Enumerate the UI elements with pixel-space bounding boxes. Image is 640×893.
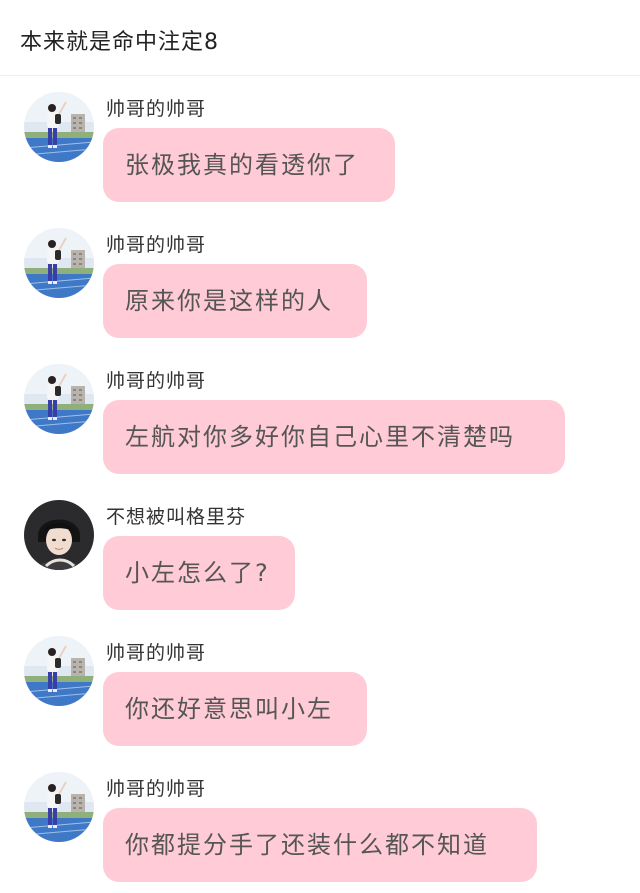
- message-row: 不想被叫格里芬 小左怎么了?: [0, 490, 640, 620]
- chat-title: 本来就是命中注定8: [20, 30, 219, 55]
- runner-photo-avatar[interactable]: [24, 92, 94, 162]
- chat-header: 本来就是命中注定8: [0, 0, 640, 76]
- sender-name: 帅哥的帅哥: [106, 234, 207, 256]
- message-bubble[interactable]: 原来你是这样的人: [103, 264, 367, 338]
- message-row: 帅哥的帅哥 你还好意思叫小左: [0, 626, 640, 756]
- sender-name: 帅哥的帅哥: [106, 370, 207, 392]
- sender-name: 帅哥的帅哥: [106, 778, 207, 800]
- message-bubble[interactable]: 张极我真的看透你了: [103, 128, 395, 202]
- message-row: 帅哥的帅哥 左航对你多好你自己心里不清楚吗: [0, 354, 640, 484]
- runner-photo-avatar[interactable]: [24, 364, 94, 434]
- sender-name: 帅哥的帅哥: [106, 642, 207, 664]
- message-bubble[interactable]: 左航对你多好你自己心里不清楚吗: [103, 400, 565, 474]
- sender-name: 帅哥的帅哥: [106, 98, 207, 120]
- message-bubble[interactable]: 小左怎么了?: [103, 536, 295, 610]
- runner-photo-avatar[interactable]: [24, 636, 94, 706]
- message-row: 帅哥的帅哥 原来你是这样的人: [0, 218, 640, 348]
- runner-photo-avatar[interactable]: [24, 228, 94, 298]
- portrait-photo-avatar[interactable]: [24, 500, 94, 570]
- message-bubble[interactable]: 你都提分手了还装什么都不知道: [103, 808, 537, 882]
- message-bubble[interactable]: 你还好意思叫小左: [103, 672, 367, 746]
- message-row: 帅哥的帅哥 你都提分手了还装什么都不知道: [0, 762, 640, 892]
- sender-name: 不想被叫格里芬: [106, 506, 247, 528]
- message-row: 帅哥的帅哥 张极我真的看透你了: [0, 82, 640, 212]
- runner-photo-avatar[interactable]: [24, 772, 94, 842]
